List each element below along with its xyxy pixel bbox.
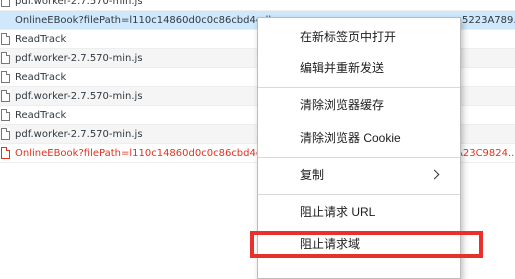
menu-item-clear-browser-cookies[interactable]: 清除浏览器 Cookie [258,123,460,153]
file-icon [1,0,10,7]
menu-item-copy[interactable]: 复制 [258,160,460,190]
menu-item-label: 阻止请求 URL [300,205,376,219]
request-name: pdf.worker-2.7.570-min.js [15,129,143,140]
request-name: pdf.worker-2.7.570-min.js [15,53,143,64]
file-icon [1,33,10,45]
file-icon [1,90,10,102]
menu-item-edit-and-resend[interactable]: 编辑并重新发送 [258,53,460,83]
menu-separator [258,194,460,195]
chevron-right-icon [429,169,440,180]
menu-item-label: 清除浏览器 Cookie [300,131,401,145]
request-name: pdf.worker-2.7.570-min.js [15,0,143,7]
request-name: pdf.worker-2.7.570-min.js [15,91,143,102]
menu-item-label: 清除浏览器缓存 [300,98,385,112]
menu-item-clear-browser-cache[interactable]: 清除浏览器缓存 [258,90,460,120]
menu-item-label: 编辑并重新发送 [300,61,385,75]
file-icon [1,128,10,140]
menu-item-open-in-new-tab[interactable]: 在新标签页中打开 [258,22,460,52]
request-row[interactable]: pdf.worker-2.7.570-min.js [0,0,515,11]
request-name: ReadTrack [15,110,67,121]
request-name-tail: 5223A789... [462,15,515,26]
request-name-tail: A23C9824... [456,148,515,159]
request-name: OnlineEBook?filePath=l110c14860d0c0c86cb… [15,148,275,159]
menu-item-label: 在新标签页中打开 [300,30,397,44]
menu-item-label: 复制 [300,168,325,182]
menu-item-block-request-url[interactable]: 阻止请求 URL [258,197,460,227]
file-icon [1,71,10,83]
file-icon [1,109,10,121]
menu-separator [258,87,460,88]
highlight-annotation-box [250,231,483,258]
request-name: OnlineEBook?filePath=l110c14860d0c0c86cb… [15,15,275,26]
file-icon [1,147,10,159]
request-name: ReadTrack [15,72,67,83]
request-name: ReadTrack [15,34,67,45]
menu-separator [258,157,460,158]
file-icon [1,52,10,64]
